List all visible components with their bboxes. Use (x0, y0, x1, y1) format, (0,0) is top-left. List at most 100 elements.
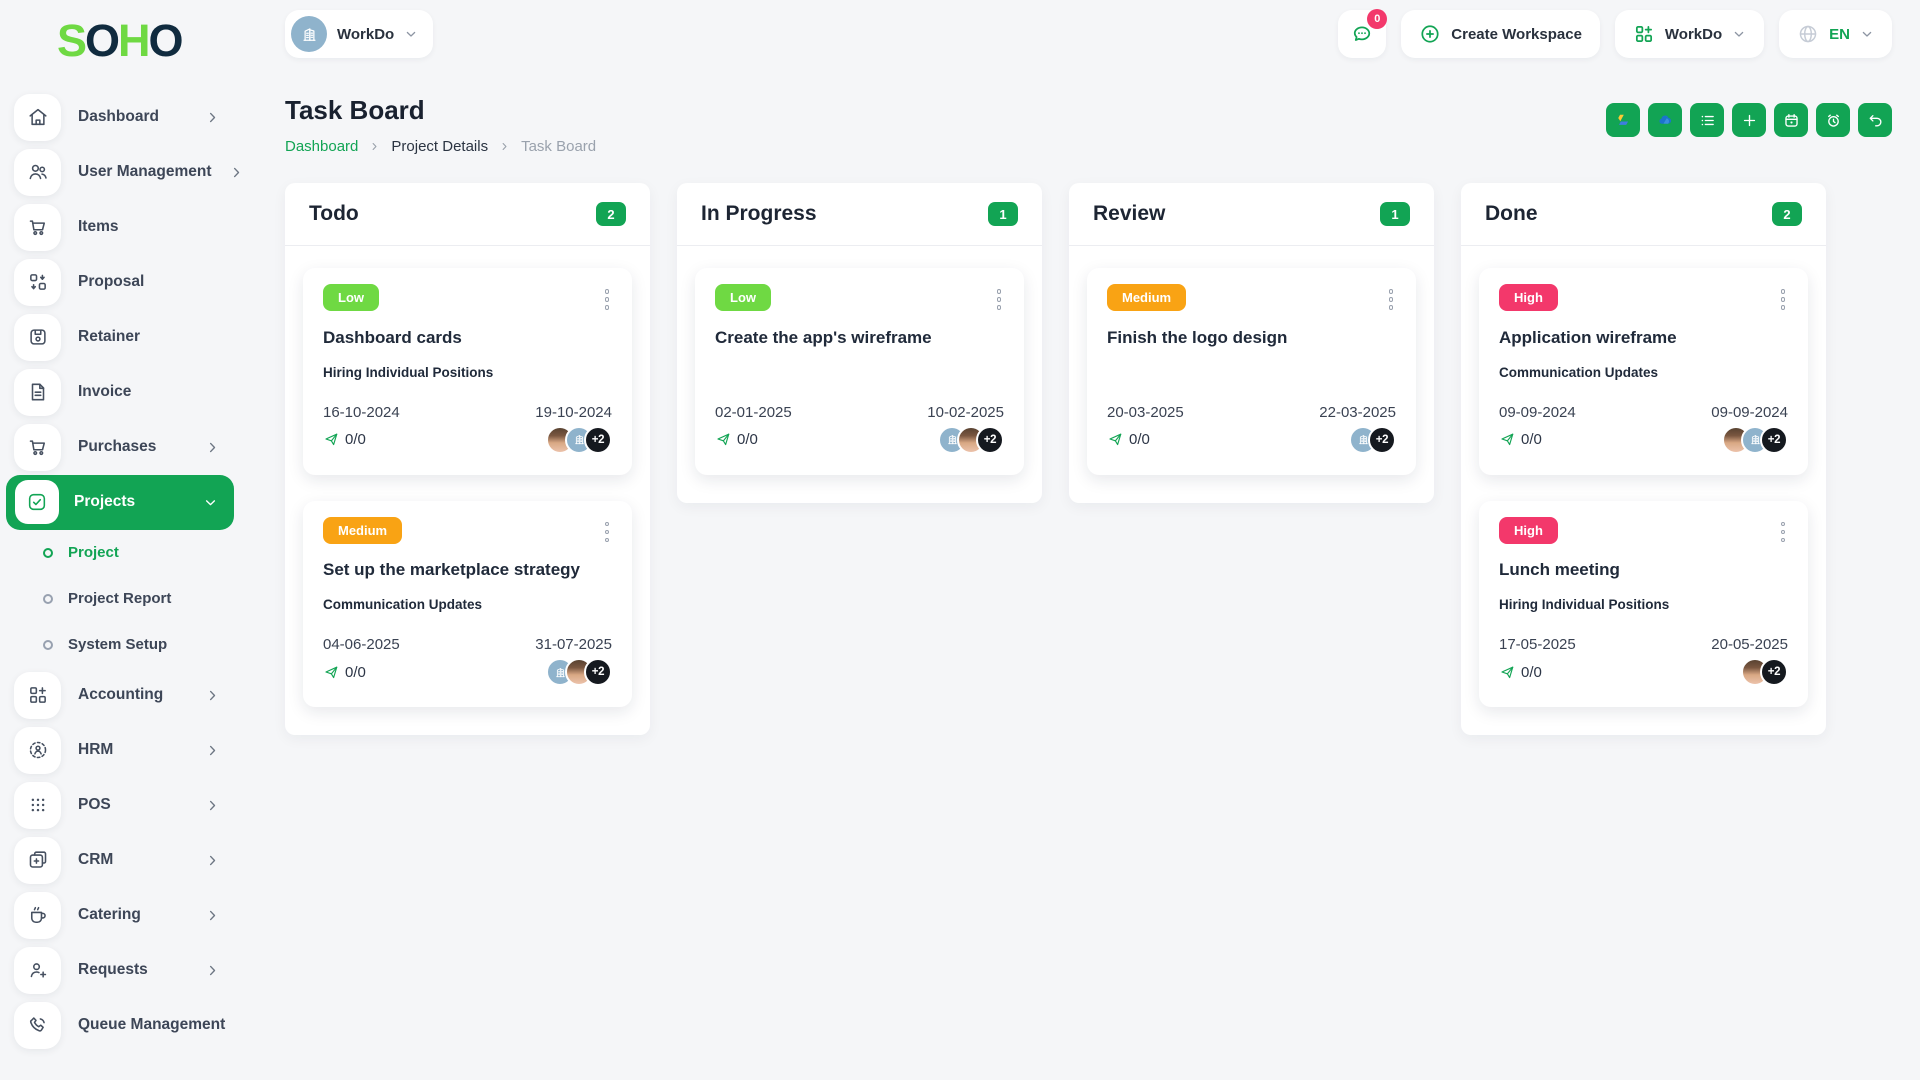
messages-button[interactable]: 0 (1338, 10, 1386, 58)
bullet-icon (43, 640, 53, 650)
undo-button[interactable] (1858, 103, 1892, 137)
task-card-set-up-the-marketplace-strategy[interactable]: MediumSet up the marketplace strategyCom… (303, 501, 632, 708)
send-icon (1107, 431, 1124, 448)
sidebar: SOHO Dashboard User Management ItemsPropos… (0, 0, 240, 1080)
card-menu-button[interactable] (1778, 284, 1789, 315)
priority-badge: High (1499, 517, 1558, 544)
sidebar-item-invoice[interactable]: Invoice (0, 365, 240, 420)
sidebar-item-crm[interactable]: CRM (0, 833, 240, 888)
card-menu-button[interactable] (1778, 517, 1789, 548)
sidebar-item-accounting[interactable]: Accounting (0, 668, 240, 723)
task-card-application-wireframe[interactable]: HighApplication wireframeCommunication U… (1479, 268, 1808, 475)
sidebar-item-proposal[interactable]: Proposal (0, 255, 240, 310)
soho-logo[interactable]: SOHO (0, 16, 240, 66)
cart-icon (14, 424, 61, 471)
kanban-column-todo: Todo2LowDashboard cardsHiring Individual… (285, 183, 650, 735)
create-workspace-button[interactable]: Create Workspace (1401, 10, 1600, 58)
topbar: WorkDo 0 Create Workspace WorkDo (285, 10, 1892, 58)
task-start-date: 04-06-2025 (323, 636, 400, 653)
messages-count-badge: 0 (1367, 9, 1387, 29)
sidebar-item-catering[interactable]: Catering (0, 888, 240, 943)
logo-letter: O (149, 15, 182, 66)
task-progress-count: 0/0 (1521, 664, 1542, 681)
sidebar-item-projects[interactable]: Projects (6, 475, 234, 530)
avatar-overflow-badge: +2 (976, 426, 1004, 454)
task-card-lunch-meeting[interactable]: HighLunch meetingHiring Individual Posit… (1479, 501, 1808, 708)
plus-button[interactable] (1732, 103, 1766, 137)
card-menu-button[interactable] (602, 517, 613, 548)
onedrive-button[interactable] (1648, 103, 1682, 137)
users-icon (14, 149, 61, 196)
chevron-right-icon (205, 440, 220, 455)
sidebar-item-purchases[interactable]: Purchases (0, 420, 240, 475)
list-button[interactable] (1690, 103, 1724, 137)
chevron-right-icon (205, 110, 220, 125)
task-progress-count: 0/0 (1521, 431, 1542, 448)
task-end-date: 10-02-2025 (927, 404, 1004, 421)
column-count-badge: 2 (1772, 202, 1802, 226)
app-menu-button[interactable]: WorkDo (1615, 10, 1764, 58)
send-icon (715, 431, 732, 448)
task-card-finish-the-logo-design[interactable]: MediumFinish the logo design20-03-202522… (1087, 268, 1416, 475)
sidebar-item-pos[interactable]: POS (0, 778, 240, 833)
workspace-switcher[interactable]: WorkDo (285, 10, 433, 58)
card-menu-button[interactable] (602, 284, 613, 315)
assignee-avatars[interactable]: +2 (555, 658, 612, 686)
sidebar-item-requests[interactable]: Requests (0, 943, 240, 998)
task-card-dashboard-cards[interactable]: LowDashboard cardsHiring Individual Posi… (303, 268, 632, 475)
assignee-avatars[interactable]: +2 (947, 426, 1004, 454)
send-icon (323, 431, 340, 448)
timer-button[interactable] (1816, 103, 1850, 137)
send-icon (323, 664, 340, 681)
task-title: Set up the marketplace strategy (323, 560, 612, 580)
kanban-board: Todo 2 LowDashboard cardsHiring Individual… (285, 183, 1892, 735)
breadcrumb-dashboard[interactable]: Dashboard (285, 138, 358, 155)
task-project: Hiring Individual Positions (323, 365, 612, 383)
chevron-down-icon (1860, 27, 1874, 41)
workspace-switcher-label: WorkDo (337, 26, 394, 43)
sidebar-item-hrm[interactable]: HRM (0, 723, 240, 778)
task-progress: 0/0 (1499, 664, 1542, 681)
task-end-date: 22-03-2025 (1319, 404, 1396, 421)
breadcrumb-project-details[interactable]: Project Details (391, 138, 488, 155)
card-menu-button[interactable] (1386, 284, 1397, 315)
task-start-date: 17-05-2025 (1499, 636, 1576, 653)
sidebar-subitem-project[interactable]: Project (0, 530, 240, 576)
check-square-icon (15, 480, 59, 524)
sidebar-item-items[interactable]: Items (0, 200, 240, 255)
assignee-avatars[interactable]: +2 (555, 426, 612, 454)
page-toolbar (1606, 103, 1892, 137)
task-project: Communication Updates (1499, 365, 1788, 383)
sidebar-item-queue-management[interactable]: Queue Management (0, 998, 240, 1053)
sidebar-submenu: Project Project Report System Setup (0, 530, 240, 668)
sidebar-item-dashboard[interactable]: Dashboard (0, 90, 240, 145)
card-menu-button[interactable] (994, 284, 1005, 315)
user-plus-icon (14, 947, 61, 994)
sidebar-subitem-system-setup[interactable]: System Setup (0, 622, 240, 668)
assignee-avatars[interactable]: +2 (1358, 426, 1396, 454)
workspace-building-icon (291, 16, 327, 52)
task-title: Finish the logo design (1107, 328, 1396, 348)
assignee-avatars[interactable]: +2 (1750, 658, 1788, 686)
sidebar-subitem-label: Project Report (68, 590, 171, 607)
priority-badge: Low (323, 284, 379, 311)
kanban-column-review: Review1MediumFinish the logo design20-03… (1069, 183, 1434, 503)
kanban-column-done: Done2HighApplication wireframeCommunicat… (1461, 183, 1826, 735)
assignee-avatars[interactable]: +2 (1731, 426, 1788, 454)
google-drive-button[interactable] (1606, 103, 1640, 137)
task-card-create-the-app-s-wireframe[interactable]: LowCreate the app's wireframe02-01-20251… (695, 268, 1024, 475)
chevron-right-icon (205, 688, 220, 703)
column-title: Todo (309, 202, 359, 226)
chevron-down-icon (1732, 27, 1746, 41)
priority-badge: Medium (323, 517, 402, 544)
sidebar-item-retainer[interactable]: Retainer (0, 310, 240, 365)
sidebar-item-user-management[interactable]: User Management (0, 145, 240, 200)
task-start-date: 09-09-2024 (1499, 404, 1576, 421)
sidebar-item-label: Projects (74, 493, 188, 511)
plus-icon (1741, 112, 1758, 129)
calendar-button[interactable] (1774, 103, 1808, 137)
sidebar-item-label: User Management (78, 163, 212, 181)
language-selector[interactable]: EN (1779, 10, 1892, 58)
sidebar-subitem-project-report[interactable]: Project Report (0, 576, 240, 622)
column-count-badge: 1 (1380, 202, 1410, 226)
